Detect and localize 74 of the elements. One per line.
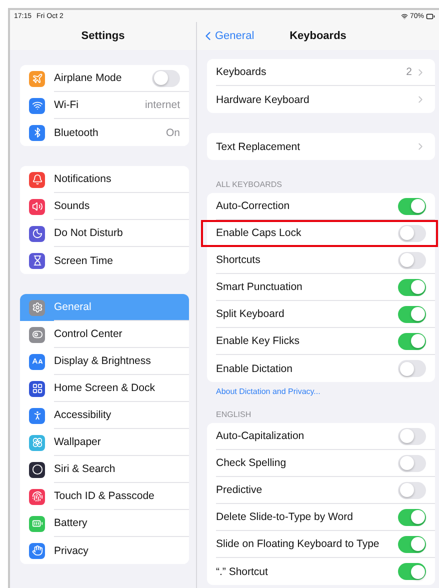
back-link[interactable]: General [201,29,254,43]
item-label: Screen Time [54,254,113,266]
settings-row[interactable]: Keyboards 2 [207,59,435,86]
settings-row[interactable]: Delete Slide-to-Type by Word [207,504,435,531]
settings-row[interactable]: Shortcuts [207,247,435,274]
toggle-switch[interactable] [398,454,426,472]
item-label: Airplane Mode [54,72,122,84]
item-label: Control Center [54,328,122,340]
toggle-switch[interactable] [398,306,426,322]
row-label: Slide on Floating Keyboard to Type [216,538,380,550]
settings-row[interactable]: Enable Dictation [207,355,435,382]
row-label: Enable Caps Lock [216,227,302,239]
settings-row[interactable]: Hardware Keyboard [207,86,435,113]
toggle-switch[interactable] [398,536,426,552]
row-value: 2 [406,66,412,78]
settings-row[interactable]: Slide on Floating Keyboard to Type [207,531,435,558]
row-label: Text Replacement [216,140,300,152]
settings-row[interactable]: Split Keyboard [207,301,435,328]
settings-row[interactable]: “.” Shortcut [207,558,435,585]
toggle-switch[interactable] [398,508,426,526]
item-value: internet [144,99,180,111]
row-label: Keyboards [216,66,266,78]
item-label: Wi-Fi [54,99,78,111]
item-label: Display & Brightness [54,355,151,367]
row-label: Enable Key Flicks [216,335,300,347]
toggle-switch[interactable] [398,252,426,268]
row-label: Predictive [216,484,262,496]
toggle-switch[interactable] [398,278,426,296]
item-label: Bluetooth [54,126,98,138]
toggle-switch[interactable] [398,198,426,214]
row-label: Auto-Correction [216,200,290,212]
item-label: Notifications [54,173,112,185]
battery-icon [426,12,435,20]
toggle-switch[interactable] [398,332,426,350]
item-label: Sounds [54,200,90,212]
settings-row[interactable]: Enable Caps Lock [207,220,435,247]
dictation-privacy-link[interactable]: About Dictation and Privacy... [207,382,435,396]
toggle-switch[interactable] [398,224,426,242]
toggle-switch[interactable] [398,482,426,498]
row-label: Split Keyboard [216,308,284,320]
wifi-icon [400,12,408,20]
toggle-switch[interactable] [398,360,426,377]
section-header: ENGLISH [215,410,252,421]
item-label: Touch ID & Passcode [54,490,154,502]
row-label: Auto-Capitalization [216,430,304,442]
row-label: Delete Slide-to-Type by Word [216,511,353,523]
sidebar-title: Settings [81,30,125,42]
item-label: Home Screen & Dock [54,382,155,394]
settings-row[interactable]: Enable Key Flicks [207,328,435,355]
settings-row[interactable]: Text Replacement [207,133,435,160]
settings-row[interactable]: Auto-Capitalization [207,423,435,450]
section-header: ALL KEYBOARDS [215,180,283,191]
item-label: Wallpaper [54,436,101,448]
row-label: Smart Punctuation [216,281,302,293]
page-title: Keyboards [290,30,346,42]
settings-row[interactable]: Smart Punctuation [207,274,435,301]
item-label: General [54,301,92,313]
toggle-switch[interactable] [398,428,426,444]
item-value: On [166,126,180,138]
item-label: Privacy [54,544,88,556]
row-label: “.” Shortcut [216,566,268,578]
settings-row[interactable]: Auto-Correction [207,193,435,220]
item-label: Do Not Disturb [54,227,123,239]
row-label: Shortcuts [216,254,260,266]
item-label: Siri & Search [54,463,116,475]
item-label: Accessibility [54,409,112,421]
item-label: Battery [54,517,88,529]
settings-row[interactable]: Check Spelling [207,450,435,477]
toggle-switch[interactable] [398,563,426,580]
row-label: Hardware Keyboard [216,94,310,106]
row-label: Enable Dictation [216,362,292,374]
toggle-switch[interactable] [152,70,180,86]
row-label: Check Spelling [216,457,286,469]
settings-row[interactable]: Predictive [207,477,435,504]
